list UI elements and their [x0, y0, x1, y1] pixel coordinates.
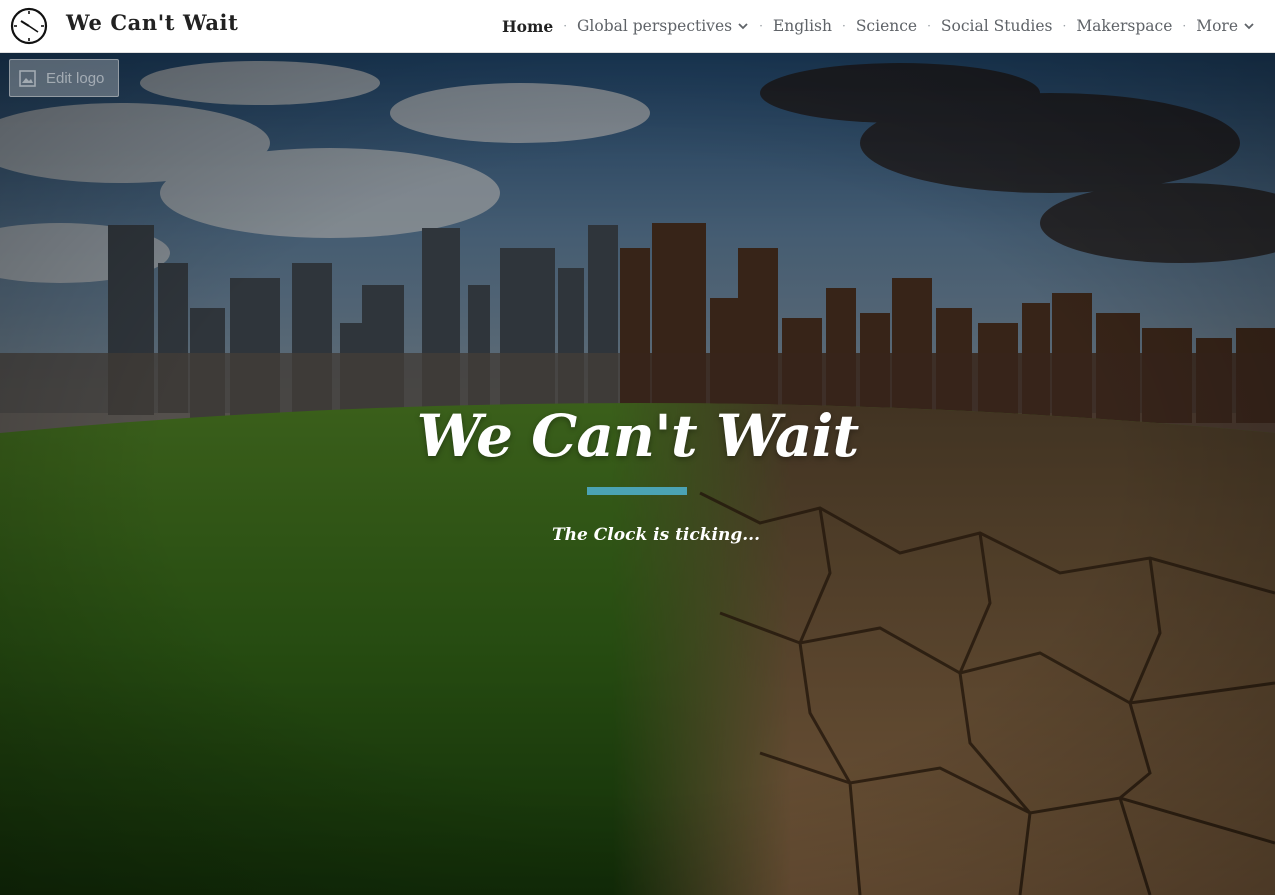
- nav-item-home[interactable]: Home: [502, 17, 553, 36]
- main-nav: Home · Global perspectives · English · S…: [502, 0, 1255, 52]
- chevron-down-icon: [738, 23, 748, 30]
- nav-item-label: Makerspace: [1076, 17, 1173, 35]
- hero-banner: We Can't Wait The Clock is ticking...: [0, 53, 1275, 895]
- nav-item-global-perspectives[interactable]: Global perspectives: [577, 17, 749, 35]
- nav-separator: ·: [1062, 19, 1067, 33]
- nav-separator: ·: [563, 19, 568, 33]
- hero-title: We Can't Wait: [416, 402, 860, 470]
- edit-logo-label: Edit logo: [46, 69, 105, 87]
- nav-item-label: Global perspectives: [577, 17, 733, 35]
- nav-item-english[interactable]: English: [773, 17, 832, 35]
- hero-background-image: [0, 53, 1275, 895]
- image-icon: [19, 69, 36, 87]
- nav-item-label: Social Studies: [940, 17, 1053, 35]
- edit-logo-button[interactable]: Edit logo: [9, 59, 119, 97]
- nav-separator: ·: [927, 19, 931, 33]
- clock-icon[interactable]: [10, 7, 48, 45]
- nav-item-social-studies[interactable]: Social Studies: [941, 17, 1053, 35]
- hero-subtitle: The Clock is ticking...: [552, 525, 760, 545]
- nav-separator: ·: [841, 19, 846, 33]
- nav-separator: ·: [759, 19, 763, 33]
- nav-item-label: English: [772, 17, 832, 35]
- site-header: We Can't Wait Home · Global perspectives…: [0, 0, 1275, 53]
- nav-item-label: Home: [501, 16, 554, 36]
- nav-item-makerspace[interactable]: Makerspace: [1076, 17, 1172, 35]
- hero-accent-bar: [587, 487, 687, 495]
- nav-separator: ·: [1182, 19, 1187, 33]
- chevron-down-icon: [1244, 23, 1254, 30]
- nav-item-science[interactable]: Science: [856, 17, 917, 35]
- site-title[interactable]: We Can't Wait: [66, 10, 238, 35]
- nav-item-label: More: [1196, 17, 1238, 35]
- nav-item-more[interactable]: More: [1196, 17, 1255, 35]
- nav-item-label: Science: [855, 17, 918, 35]
